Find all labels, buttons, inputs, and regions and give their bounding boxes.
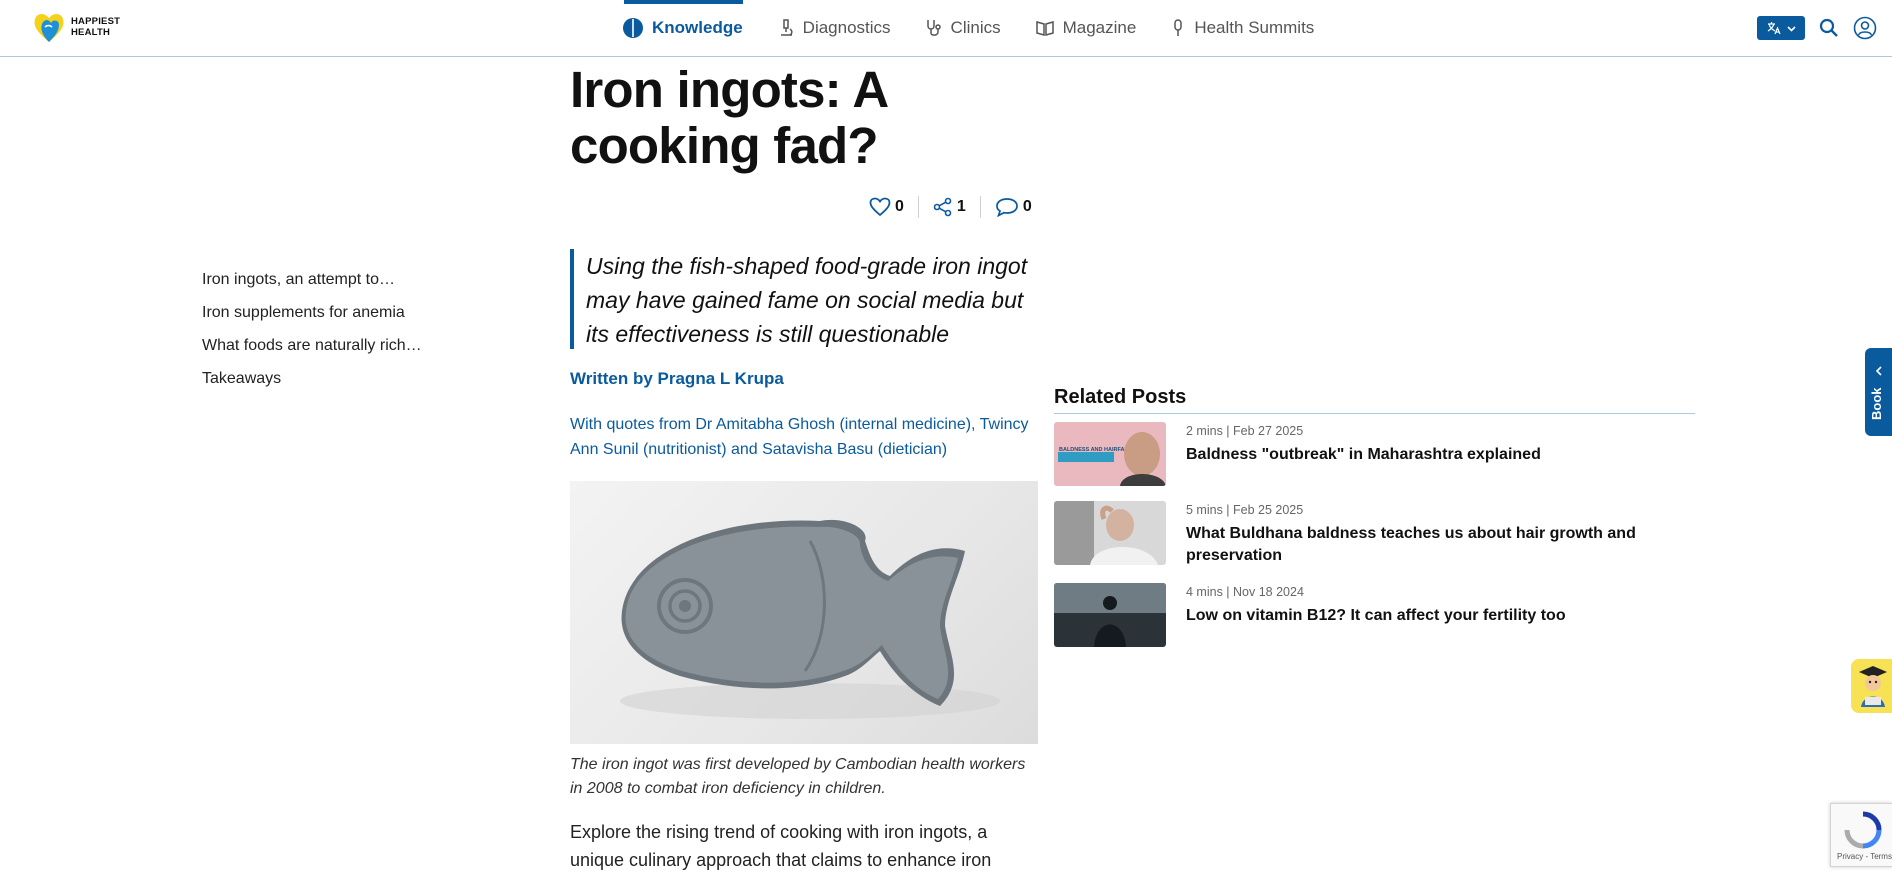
nav-magazine[interactable]: Magazine — [1035, 0, 1137, 56]
comment-button[interactable]: 0 — [995, 197, 1032, 217]
recaptcha-terms[interactable]: Privacy - Terms — [1837, 852, 1892, 861]
heart-icon — [869, 197, 891, 217]
image-caption: The iron ingot was first developed by Ca… — [570, 756, 1026, 797]
language-selector[interactable] — [1757, 16, 1805, 40]
share-icon — [933, 197, 952, 217]
nav-clinics[interactable]: Clinics — [925, 0, 1001, 56]
related-posts-heading: Related Posts — [1054, 386, 1187, 408]
microscope-icon — [780, 19, 793, 36]
main-nav: Knowledge Diagnostics Clinics Magazine H… — [622, 0, 1348, 56]
chevron-left-icon — [1875, 366, 1882, 376]
site-header: HAPPIEST HEALTH Knowledge Diagnostics Cl… — [0, 0, 1892, 57]
book-tab-label: Book — [1869, 387, 1884, 421]
hero-image — [570, 481, 1038, 744]
stat-divider — [917, 196, 919, 218]
related-post-thumbnail — [1054, 583, 1166, 647]
article-title: Iron ingots: A cooking fad? — [570, 61, 887, 174]
assistant-bot-button[interactable] — [1851, 659, 1892, 713]
nav-health-summits[interactable]: Health Summits — [1170, 0, 1314, 56]
share-button[interactable]: 1 — [933, 197, 966, 217]
nav-knowledge[interactable]: Knowledge — [622, 0, 743, 56]
nav-magazine-label: Magazine — [1062, 18, 1137, 37]
toc-item[interactable]: Takeaways — [202, 369, 422, 402]
author-link[interactable]: Written by Pragna L Krupa — [570, 369, 784, 389]
related-post-meta: 2 mins | Feb 27 2025 — [1186, 424, 1304, 438]
chevron-down-icon — [1786, 25, 1796, 32]
related-posts-divider — [1054, 413, 1695, 414]
stethoscope-icon — [926, 20, 941, 36]
comment-count: 0 — [1022, 198, 1032, 215]
recaptcha-badge[interactable]: Privacy - Terms — [1830, 803, 1892, 867]
related-post-thumbnail: BALDNESS AND HAIRFALL — [1054, 422, 1166, 486]
toc-item[interactable]: What foods are naturally rich… — [202, 336, 422, 369]
like-button[interactable]: 0 — [869, 197, 904, 217]
nav-knowledge-label: Knowledge — [652, 18, 743, 37]
fish-ingot-image — [620, 519, 1000, 719]
quotes-from-text: With quotes from Dr Amitabha Ghosh (inte… — [570, 416, 1029, 458]
language-translate-icon — [1767, 22, 1781, 35]
book-open-icon — [1035, 21, 1054, 36]
nav-diagnostics[interactable]: Diagnostics — [777, 0, 891, 56]
stat-divider — [979, 196, 981, 218]
related-post-meta: 5 mins | Feb 25 2025 — [1186, 503, 1304, 517]
search-icon — [1819, 18, 1838, 37]
microphone-icon — [1174, 19, 1183, 36]
related-post-thumbnail — [1054, 501, 1166, 565]
related-post-title: Baldness "outbreak" in Maharashtra expla… — [1186, 446, 1541, 463]
toc-item[interactable]: Iron ingots, an attempt to… — [202, 270, 422, 303]
nav-clinics-label: Clinics — [950, 18, 1001, 37]
related-post-title: What Buldhana baldness teaches us about … — [1186, 525, 1636, 564]
nav-diagnostics-label: Diagnostics — [802, 18, 891, 37]
user-account-icon — [1853, 16, 1877, 40]
nav-health-summits-label: Health Summits — [1194, 18, 1315, 37]
account-button[interactable] — [1853, 16, 1877, 40]
search-button[interactable] — [1817, 16, 1841, 40]
graduate-assistant-icon — [1859, 666, 1887, 707]
article-body-paragraph: Explore the rising trend of cooking with… — [570, 822, 992, 870]
article-summary-quote: Using the fish-shaped food-grade iron in… — [570, 249, 1040, 349]
table-of-contents: Iron ingots, an attempt to… Iron supplem… — [202, 270, 422, 402]
related-post-title: Low on vitamin B12? It can affect your f… — [1186, 607, 1566, 624]
recaptcha-icon — [1844, 811, 1882, 849]
related-post-meta: 4 mins | Nov 18 2024 — [1186, 585, 1304, 599]
article-stats: 0 1 0 — [869, 195, 1032, 219]
brain-icon — [623, 18, 643, 38]
thumbnail-caption: BALDNESS AND HAIRFALL — [1059, 447, 1132, 453]
share-count: 1 — [956, 198, 966, 215]
heart-logo-icon — [34, 13, 64, 42]
like-count: 0 — [895, 198, 904, 215]
logo-wordmark: HAPPIEST HEALTH — [71, 16, 121, 38]
comment-icon — [995, 198, 1018, 217]
book-side-tab[interactable]: Book — [1865, 348, 1892, 436]
site-logo[interactable]: HAPPIEST HEALTH — [31, 10, 131, 46]
toc-item[interactable]: Iron supplements for anemia — [202, 303, 422, 336]
